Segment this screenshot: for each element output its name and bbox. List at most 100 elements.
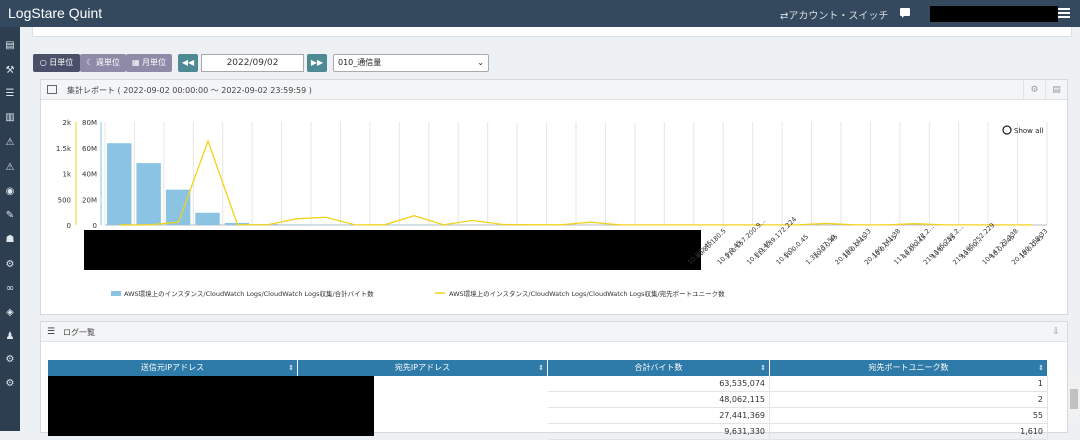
top-panel	[32, 27, 1072, 37]
date-input[interactable]: 2022/09/02	[201, 54, 304, 72]
gears-2-icon[interactable]: ⚙	[3, 377, 17, 391]
report-export-button[interactable]: ▤	[1045, 80, 1067, 100]
list-icon: ☰	[47, 327, 57, 336]
table-cell-ports: 55	[770, 408, 1048, 424]
gears-icon[interactable]: ⚙	[3, 353, 17, 367]
table-cell-ports: 1,610	[770, 424, 1048, 440]
report-panel: 集計レポート ( 2022-09-02 00:00:00 ～ 2022-09-0…	[40, 79, 1068, 315]
week-unit-button[interactable]: ☾ 週単位	[80, 54, 126, 72]
col-dest-ports-label: 宛先ポートユニーク数	[869, 363, 949, 372]
main-content: ○ 日単位 ☾ 週単位 ▦ 月単位 ◀◀ 2022/09/02 ▶▶ 010_通…	[20, 27, 1080, 431]
prev-date-button[interactable]: ◀◀	[178, 54, 198, 72]
log-panel-title: ログ一覧	[63, 327, 95, 338]
report-title: 集計レポート ( 2022-09-02 00:00:00 ～ 2022-09-0…	[67, 85, 312, 96]
wrench-icon[interactable]: ⚒	[3, 64, 17, 78]
x-tick-label: 10.0.0.45	[1018, 233, 1046, 261]
right-axis-tick-label: 40M	[82, 171, 97, 179]
redacted-x-labels	[84, 230, 701, 270]
legend-label-bytes: AWS環境上のインスタンス/CloudWatch Logs/CloudWatch…	[124, 289, 374, 298]
col-total-bytes-label: 合計バイト数	[635, 363, 683, 372]
tool-icon[interactable]: ✎	[3, 209, 17, 223]
users-icon[interactable]: ☗	[3, 233, 17, 247]
layers-icon[interactable]: ◈	[3, 306, 17, 320]
scrollbar-thumb[interactable]	[1070, 389, 1078, 409]
user-name-redacted[interactable]	[930, 6, 1058, 22]
show-all-link[interactable]: Show all	[1014, 127, 1043, 135]
x-tick-label: 10.0.0.45	[930, 233, 958, 261]
data-bar	[136, 163, 160, 225]
data-bar	[166, 190, 190, 225]
data-bar	[284, 224, 308, 225]
table-cell-bytes: 9,631,330	[548, 424, 770, 440]
link-icon[interactable]: ∞	[3, 282, 17, 296]
next-date-button[interactable]: ▶▶	[307, 54, 327, 72]
sort-icon: ⇕	[760, 360, 766, 376]
chart-area: 2k1.5k1k500080M60M40M20M010.0.0.4540.80.…	[41, 100, 1067, 314]
account-switch-link[interactable]: ⇄アカウント・スイッチ	[780, 7, 888, 22]
right-axis-tick-label: 60M	[82, 145, 97, 153]
left-axis-tick-label: 2k	[62, 119, 71, 127]
right-axis-tick-label: 0	[93, 222, 97, 230]
table-cell-ports: 2	[770, 392, 1048, 408]
log-panel-header: ☰ ログ一覧 ⇩	[41, 322, 1067, 342]
chevron-down-icon: ⌄	[477, 55, 484, 71]
eye-icon[interactable]: ◉	[3, 185, 17, 199]
sort-icon: ⇕	[288, 360, 294, 376]
legend-label-ports: AWS環境上のインスタンス/CloudWatch Logs/CloudWatch…	[449, 289, 725, 298]
left-axis-tick-label: 1k	[62, 171, 71, 179]
document-icon[interactable]: ▤	[3, 39, 17, 53]
col-dest-ip-label: 宛先IPアドレス	[395, 363, 450, 372]
left-axis-tick-label: 0	[67, 222, 71, 230]
data-bar	[195, 213, 219, 225]
col-total-bytes[interactable]: 合計バイト数 ⇕	[548, 360, 770, 376]
col-dest-ports[interactable]: 宛先ポートユニーク数 ⇕	[770, 360, 1048, 376]
report-settings-button[interactable]: ⚙	[1023, 80, 1045, 100]
app-title[interactable]: LogStare Quint	[8, 5, 102, 21]
table-scrollbar[interactable]	[1069, 375, 1079, 423]
x-tick-label: 10.0.0.45	[841, 233, 869, 261]
col-source-ip-label: 送信元IPアドレス	[141, 363, 204, 372]
report-select[interactable]: 010_通信量 ⌄	[333, 54, 489, 72]
legend-swatch-bar	[111, 291, 121, 296]
right-axis-tick-label: 20M	[82, 196, 97, 204]
right-axis-tick-label: 80M	[82, 119, 97, 127]
report-select-value: 010_通信量	[338, 58, 381, 67]
x-tick-label: 10.0.0.45	[812, 233, 840, 261]
sort-icon: ⇕	[1038, 360, 1044, 376]
zoom-icon	[1003, 126, 1011, 134]
week-unit-label: 週単位	[96, 58, 120, 67]
data-bar	[107, 143, 131, 225]
x-tick-label: 10.0.0.45	[989, 233, 1017, 261]
chat-icon[interactable]	[900, 8, 910, 16]
sidebar: ▤ ⚒ ☰ ▥ ⚠ ⚠ ◉ ✎ ☗ ⚙ ∞ ◈ ♟ ⚙ ⚙	[0, 27, 20, 431]
top-bar: LogStare Quint ⇄アカウント・スイッチ	[0, 0, 1080, 27]
table-cell-bytes: 63,535,074	[548, 376, 770, 392]
alert-icon[interactable]: ⚠	[3, 161, 17, 175]
chart-icon	[47, 85, 57, 94]
x-tick-label: 10.0.0.45	[900, 233, 928, 261]
col-source-ip[interactable]: 送信元IPアドレス ⇕	[48, 360, 298, 376]
month-unit-button[interactable]: ▦ 月単位	[126, 54, 172, 72]
day-unit-button[interactable]: ○ 日単位	[33, 54, 80, 72]
log-panel: ☰ ログ一覧 ⇩ 送信元IPアドレス ⇕ 宛先IPアドレス ⇕ 合計バイト数 ⇕ 宛先…	[40, 321, 1068, 433]
hamburger-menu-icon[interactable]	[1058, 8, 1070, 18]
x-tick-label: 10.0.0.45	[783, 233, 811, 261]
left-axis-tick-label: 1.5k	[56, 145, 72, 153]
table-cell-bytes: 48,062,115	[548, 392, 770, 408]
x-tick-label: 10.0.0.45	[871, 233, 899, 261]
user-icon[interactable]: ♟	[3, 330, 17, 344]
report-panel-header: 集計レポート ( 2022-09-02 00:00:00 ～ 2022-09-0…	[41, 80, 1067, 100]
database-icon[interactable]: ▥	[3, 111, 17, 125]
list-icon[interactable]: ☰	[3, 87, 17, 101]
col-dest-ip[interactable]: 宛先IPアドレス ⇕	[298, 360, 548, 376]
left-axis-tick-label: 500	[58, 196, 71, 204]
sort-icon: ⇕	[538, 360, 544, 376]
table-cell-ports: 1	[770, 376, 1048, 392]
settings-icon[interactable]: ⚙	[3, 258, 17, 272]
day-unit-label: 日単位	[49, 58, 73, 67]
warning-icon[interactable]: ⚠	[3, 136, 17, 150]
redacted-ip-block	[48, 376, 374, 436]
table-cell-bytes: 27,441,369	[548, 408, 770, 424]
log-download-button[interactable]: ⇩	[1045, 322, 1067, 342]
month-unit-label: 月単位	[142, 58, 166, 67]
